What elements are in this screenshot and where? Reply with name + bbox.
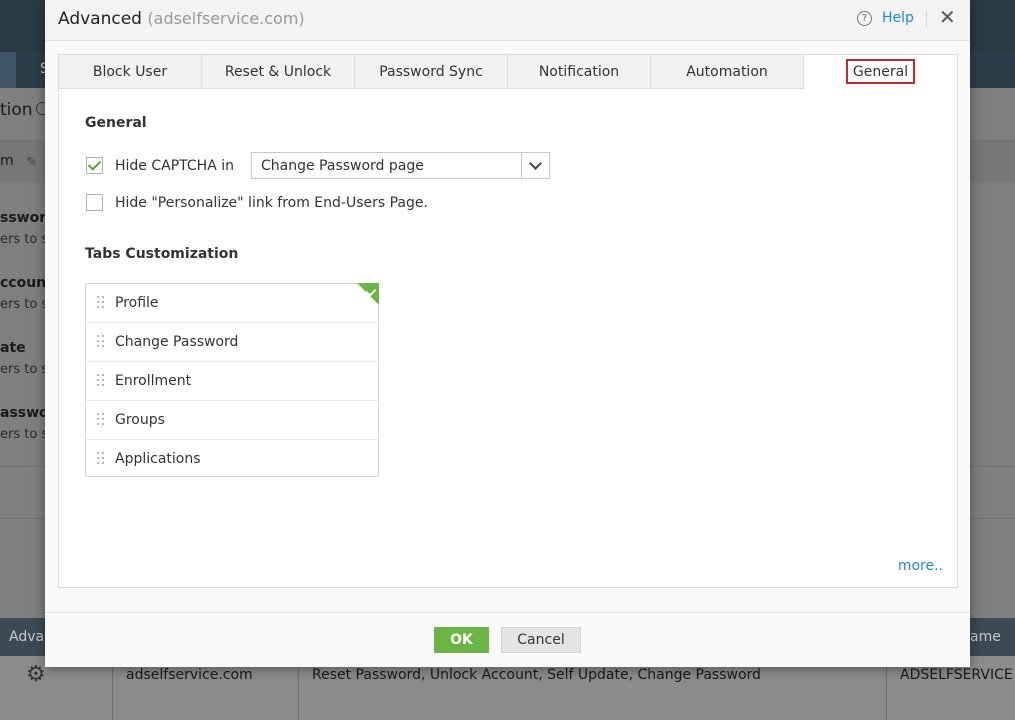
tab-block-user[interactable]: Block User [59, 55, 202, 89]
list-item[interactable]: Profile [86, 284, 378, 323]
hide-personalize-checkbox[interactable] [86, 194, 103, 211]
tabs-customization-title: Tabs Customization [85, 246, 239, 262]
bg-item-desc: ers to s [0, 362, 49, 377]
captcha-page-value: Change Password page [261, 158, 424, 174]
bg-row-domain: adselfservice.com [126, 667, 253, 683]
captcha-page-select[interactable]: Change Password page [251, 152, 550, 179]
tab-automation[interactable]: Automation [651, 55, 804, 89]
gear-icon: ⚙ [26, 662, 46, 687]
footer-divider [45, 612, 970, 613]
page-title-fragment: tion [0, 100, 33, 120]
bg-row-name: ADSELFSERVICE [900, 667, 1013, 683]
general-section-title: General [85, 115, 147, 131]
tab-notification[interactable]: Notification [508, 55, 651, 89]
advanced-dialog: Advanced (adselfservice.com) ? Help ✕ Bl… [45, 0, 970, 667]
list-item-label: Profile [115, 295, 159, 311]
dialog-subtitle: (adselfservice.com) [147, 9, 305, 28]
list-item-label: Enrollment [115, 373, 192, 389]
bg-item-title: asswo [0, 405, 49, 421]
tabs-customization-list: Profile Change Password Enrollment Group… [85, 283, 379, 477]
hide-captcha-checkbox[interactable] [86, 157, 103, 174]
drag-handle-icon[interactable] [97, 413, 105, 427]
bg-header-left: Adva [9, 629, 45, 645]
list-item-label: Change Password [115, 334, 239, 350]
dialog-title: Advanced (adselfservice.com) [58, 9, 305, 29]
bg-item-title: ate [0, 340, 26, 356]
tab-panel: Block User Reset & Unlock Password Sync … [58, 54, 958, 588]
pencil-icon: ✎ [26, 155, 37, 170]
drag-handle-icon[interactable] [97, 452, 105, 466]
help-link[interactable]: ? Help [857, 10, 914, 26]
bg-row-policies: Reset Password, Unlock Account, Self Upd… [312, 667, 761, 683]
tab-password-sync[interactable]: Password Sync [355, 55, 508, 89]
bg-header-right: ame [970, 629, 1001, 645]
list-item[interactable]: Change Password [86, 323, 378, 362]
question-circle-icon: ? [857, 10, 872, 26]
nav-tab-hint [0, 52, 16, 88]
bg-item-desc: ers to s [0, 427, 49, 442]
close-icon[interactable]: ✕ [939, 5, 956, 29]
hide-personalize-label: Hide "Personalize" link from End-Users P… [115, 195, 428, 211]
toolbar-fragment: m [0, 153, 14, 169]
list-item[interactable]: Enrollment [86, 362, 378, 401]
tab-bar: Block User Reset & Unlock Password Sync … [59, 55, 957, 90]
tab-reset-unlock[interactable]: Reset & Unlock [202, 55, 355, 89]
cancel-button[interactable]: Cancel [501, 627, 581, 653]
check-icon [87, 157, 102, 171]
list-item[interactable]: Applications [86, 440, 378, 478]
drag-handle-icon[interactable] [97, 335, 105, 349]
list-item-label: Applications [115, 451, 201, 467]
drag-handle-icon[interactable] [97, 374, 105, 388]
header-divider [926, 10, 927, 28]
ok-button[interactable]: OK [434, 627, 489, 653]
bg-item-desc: ers to s [0, 232, 49, 247]
tab-general[interactable]: General [804, 55, 957, 89]
chevron-down-icon [529, 157, 542, 170]
drag-handle-icon[interactable] [97, 296, 105, 310]
dialog-header: Advanced (adselfservice.com) ? Help ✕ [45, 0, 970, 41]
list-item-label: Groups [115, 412, 165, 428]
dialog-title-text: Advanced [58, 9, 142, 29]
bg-item-desc: ers to s [0, 297, 49, 312]
hide-captcha-label: Hide CAPTCHA in [115, 158, 234, 174]
list-item[interactable]: Groups [86, 401, 378, 440]
more-link[interactable]: more.. [898, 558, 943, 574]
help-label: Help [882, 10, 914, 26]
select-arrow [521, 153, 549, 178]
